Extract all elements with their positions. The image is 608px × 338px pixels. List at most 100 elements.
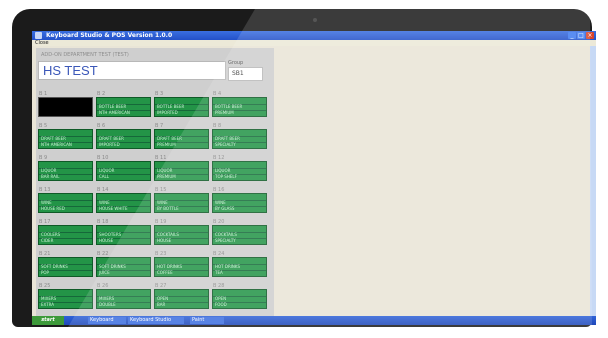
key-text-line2: HOUSE [99, 238, 114, 243]
key-cell[interactable]: B 20 COCKTAILS SPECIALTY [212, 219, 267, 245]
key-cell[interactable]: B 19 COCKTAILS HOUSE [154, 219, 209, 245]
test-name-field[interactable]: HS TEST [38, 61, 226, 80]
key-text-line1: LIQUOR [99, 168, 115, 173]
taskbar-item[interactable]: Keyboard [88, 317, 126, 324]
menu-item-close[interactable]: Close [35, 40, 49, 46]
key-cell[interactable]: B 22 SOFT DRINKS JUICE [96, 251, 151, 277]
key-text-line2: TEA [215, 270, 223, 275]
key-text-line1: BOTTLE BEER [157, 104, 185, 109]
key-text-line2: PREMIUM [215, 110, 234, 115]
key-cell[interactable]: B 6 DRAFT BEER IMPORTED [96, 123, 151, 149]
key-button[interactable]: DRAFT BEER PREMIUM [154, 129, 209, 149]
key-button[interactable]: LIQUOR PREMIUM [154, 161, 209, 181]
key-text-line1: DRAFT BEER [157, 136, 182, 141]
key-cell[interactable]: B 23 HOT DRINKS COFFEE [154, 251, 209, 277]
key-button[interactable]: HOT DRINKS TEA [212, 257, 267, 277]
key-button[interactable]: COCKTAILS SPECIALTY [212, 225, 267, 245]
key-cell[interactable]: B 16 WINE BY GLASS [212, 187, 267, 213]
key-button[interactable]: SOFT DRINKS POP [38, 257, 93, 277]
key-cell[interactable]: B 12 LIQUOR TOP SHELF [212, 155, 267, 181]
keyboard-panel: ADD-ON DEPARTMENT TEST (TEST) HS TEST Gr… [36, 48, 274, 318]
key-cell[interactable]: B 18 SHOOTERS HOUSE [96, 219, 151, 245]
key-text-line2: PREMIUM [157, 174, 176, 179]
maximize-button[interactable]: □ [577, 32, 585, 39]
key-cell[interactable]: B 21 SOFT DRINKS POP [38, 251, 93, 277]
key-button[interactable] [38, 97, 93, 117]
key-button[interactable]: LIQUOR CALL [96, 161, 151, 181]
key-button[interactable]: BOTTLE BEER PREMIUM [212, 97, 267, 117]
key-cell[interactable]: B 24 HOT DRINKS TEA [212, 251, 267, 277]
menu-bar: Close [32, 40, 596, 46]
key-cell[interactable]: B 4 BOTTLE BEER PREMIUM [212, 91, 267, 117]
key-button[interactable]: COOLERS CIDER [38, 225, 93, 245]
panel-header-label: ADD-ON DEPARTMENT TEST (TEST) [41, 52, 129, 58]
webcam [313, 18, 317, 22]
key-cell[interactable]: B 14 WINE HOUSE WHITE [96, 187, 151, 213]
key-button[interactable]: OPEN FOOD [212, 289, 267, 309]
key-button[interactable]: HOT DRINKS COFFEE [154, 257, 209, 277]
key-button[interactable]: BOTTLE BEER NTH AMERICAN [96, 97, 151, 117]
key-text-line1: BOTTLE BEER [99, 104, 127, 109]
key-text-line2: CALL [99, 174, 109, 179]
key-cell[interactable]: B 7 DRAFT BEER PREMIUM [154, 123, 209, 149]
key-cell[interactable]: B 5 DRAFT BEER NTH AMERICAN [38, 123, 93, 149]
key-text-line2: HOUSE WHITE [99, 206, 128, 211]
key-cell[interactable]: B 17 COOLERS CIDER [38, 219, 93, 245]
key-text-line1: SOFT DRINKS [99, 264, 126, 269]
key-button[interactable]: DRAFT BEER IMPORTED [96, 129, 151, 149]
key-cell[interactable]: B 2 BOTTLE BEER NTH AMERICAN [96, 91, 151, 117]
key-cell[interactable]: B 25 MIXERS EXTRA [38, 283, 93, 309]
key-cell[interactable]: B 28 OPEN FOOD [212, 283, 267, 309]
key-button[interactable]: MIXERS EXTRA [38, 289, 93, 309]
key-cell[interactable]: B 1 [38, 91, 93, 117]
key-cell[interactable]: B 11 LIQUOR PREMIUM [154, 155, 209, 181]
key-button[interactable]: MIXERS DOUBLE [96, 289, 151, 309]
key-cell[interactable]: B 9 LIQUOR BAR RAIL [38, 155, 93, 181]
key-text-line2: JUICE [99, 270, 110, 275]
key-button[interactable]: DRAFT BEER SPECIALTY [212, 129, 267, 149]
taskbar-item[interactable]: Keyboard Studio [128, 317, 184, 324]
key-text-line1: DRAFT BEER [215, 136, 240, 141]
key-divider [39, 104, 92, 105]
key-button[interactable]: BOTTLE BEER IMPORTED [154, 97, 209, 117]
start-button[interactable]: start [32, 316, 64, 325]
key-cell[interactable]: B 8 DRAFT BEER SPECIALTY [212, 123, 267, 149]
key-cell[interactable]: B 26 MIXERS DOUBLE [96, 283, 151, 309]
group-field[interactable]: SB1 [228, 67, 263, 81]
key-button[interactable]: LIQUOR BAR RAIL [38, 161, 93, 181]
key-text-line1: LIQUOR [41, 168, 57, 173]
key-text-line1: WINE [215, 200, 226, 205]
key-text-line1: SOFT DRINKS [41, 264, 68, 269]
key-button[interactable]: DRAFT BEER NTH AMERICAN [38, 129, 93, 149]
key-button[interactable]: OPEN BAR [154, 289, 209, 309]
minimize-button[interactable]: _ [568, 32, 576, 39]
key-text-line2: IMPORTED [99, 142, 120, 147]
key-text-line2: BAR [157, 302, 166, 307]
key-text-line1: WINE [157, 200, 168, 205]
key-button[interactable]: SHOOTERS HOUSE [96, 225, 151, 245]
group-label: Group [228, 60, 244, 66]
key-cell[interactable]: B 27 OPEN BAR [154, 283, 209, 309]
taskbar-item[interactable]: Paint [190, 317, 224, 324]
key-button[interactable]: WINE HOUSE WHITE [96, 193, 151, 213]
key-button[interactable]: SOFT DRINKS JUICE [96, 257, 151, 277]
key-text-line1: HOT DRINKS [157, 264, 183, 269]
key-button[interactable]: WINE BY GLASS [212, 193, 267, 213]
key-button[interactable]: COCKTAILS HOUSE [154, 225, 209, 245]
key-button[interactable]: WINE HOUSE RED [38, 193, 93, 213]
key-cell[interactable]: B 10 LIQUOR CALL [96, 155, 151, 181]
key-text-line1: COOLERS [41, 232, 61, 237]
key-text-line1: WINE [99, 200, 110, 205]
key-divider [39, 110, 92, 111]
key-button[interactable]: WINE BY BOTTLE [154, 193, 209, 213]
close-button[interactable]: × [586, 32, 594, 39]
key-text-line2: HOUSE RED [41, 206, 65, 211]
key-cell[interactable]: B 13 WINE HOUSE RED [38, 187, 93, 213]
key-text-line2: DOUBLE [99, 302, 116, 307]
vertical-scrollbar[interactable] [590, 46, 596, 318]
key-cell[interactable]: B 15 WINE BY BOTTLE [154, 187, 209, 213]
key-button[interactable]: LIQUOR TOP SHELF [212, 161, 267, 181]
key-text-line1: LIQUOR [157, 168, 173, 173]
key-text-line2: IMPORTED [157, 110, 178, 115]
key-cell[interactable]: B 3 BOTTLE BEER IMPORTED [154, 91, 209, 117]
